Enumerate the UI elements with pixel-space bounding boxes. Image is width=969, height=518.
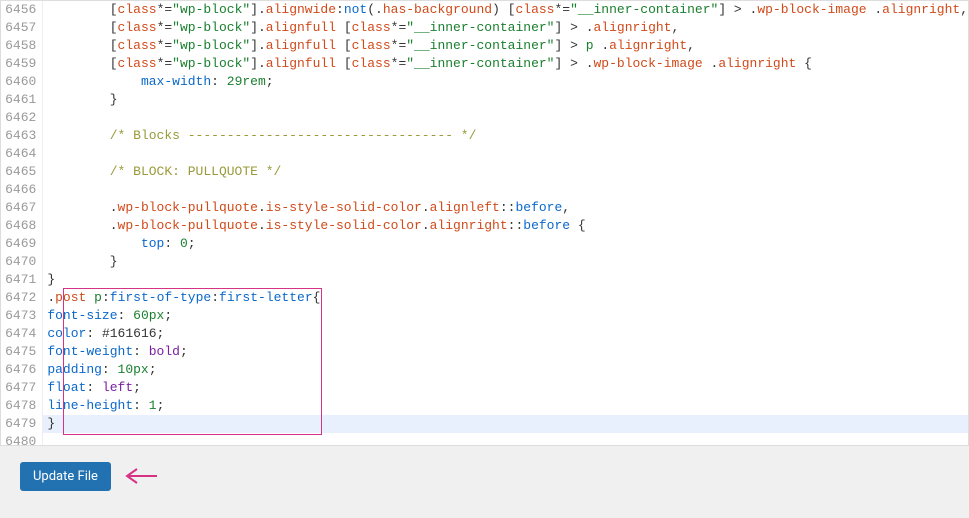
line-number: 6478 [1, 397, 36, 415]
code-line[interactable]: } [43, 415, 968, 433]
line-number: 6466 [1, 181, 36, 199]
code-line[interactable]: /* Blocks ------------------------------… [43, 127, 968, 145]
code-line[interactable]: /* BLOCK: PULLQUOTE */ [43, 163, 968, 181]
line-number: 6464 [1, 145, 36, 163]
code-area[interactable]: [class*="wp-block"].alignwide:not(.has-b… [43, 1, 968, 445]
code-line[interactable] [43, 145, 968, 163]
line-number: 6471 [1, 271, 36, 289]
code-line[interactable]: .wp-block-pullquote.is-style-solid-color… [43, 217, 968, 235]
code-line[interactable]: } [43, 91, 968, 109]
line-number: 6468 [1, 217, 36, 235]
line-number: 6480 [1, 433, 36, 451]
line-number: 6465 [1, 163, 36, 181]
line-number: 6461 [1, 91, 36, 109]
line-number: 6467 [1, 199, 36, 217]
code-line[interactable]: line-height: 1; [43, 397, 968, 415]
line-number: 6474 [1, 325, 36, 343]
line-number: 6460 [1, 73, 36, 91]
line-number: 6458 [1, 37, 36, 55]
line-number: 6469 [1, 235, 36, 253]
code-line[interactable]: [class*="wp-block"].alignfull [class*="_… [43, 37, 968, 55]
line-number: 6459 [1, 55, 36, 73]
line-number: 6472 [1, 289, 36, 307]
editor-footer: Update File [0, 446, 969, 518]
line-number: 6476 [1, 361, 36, 379]
line-number: 6462 [1, 109, 36, 127]
code-line[interactable] [43, 433, 968, 451]
code-line[interactable]: .wp-block-pullquote.is-style-solid-color… [43, 199, 968, 217]
line-number: 6479 [1, 415, 36, 433]
code-line[interactable]: padding: 10px; [43, 361, 968, 379]
code-line[interactable] [43, 109, 968, 127]
update-file-button[interactable]: Update File [20, 462, 111, 491]
code-line[interactable]: font-size: 60px; [43, 307, 968, 325]
code-line[interactable]: float: left; [43, 379, 968, 397]
code-line[interactable]: } [43, 271, 968, 289]
line-number: 6457 [1, 19, 36, 37]
line-number: 6475 [1, 343, 36, 361]
line-number-gutter: 6456645764586459646064616462646364646465… [1, 1, 43, 445]
code-line[interactable]: color: #161616; [43, 325, 968, 343]
code-line[interactable]: font-weight: bold; [43, 343, 968, 361]
line-number: 6470 [1, 253, 36, 271]
code-line[interactable]: } [43, 253, 968, 271]
line-number: 6463 [1, 127, 36, 145]
annotation-arrow-icon [123, 466, 157, 486]
code-line[interactable]: [class*="wp-block"].alignfull [class*="_… [43, 19, 968, 37]
code-line[interactable]: max-width: 29rem; [43, 73, 968, 91]
line-number: 6477 [1, 379, 36, 397]
code-line[interactable]: top: 0; [43, 235, 968, 253]
code-line[interactable]: .post p:first-of-type:first-letter{ [43, 289, 968, 307]
line-number: 6473 [1, 307, 36, 325]
code-line[interactable] [43, 181, 968, 199]
code-line[interactable]: [class*="wp-block"].alignfull [class*="_… [43, 55, 968, 73]
line-number: 6456 [1, 1, 36, 19]
code-editor[interactable]: 6456645764586459646064616462646364646465… [0, 0, 969, 446]
code-line[interactable]: [class*="wp-block"].alignwide:not(.has-b… [43, 1, 968, 19]
